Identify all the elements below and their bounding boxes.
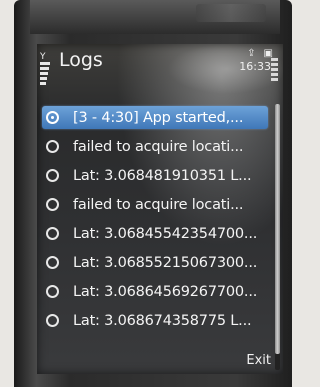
phone-screen: Y Logs ⇪ ▣ 16:33 [3 - 4:30] App started,… — [37, 44, 283, 374]
list-item[interactable]: Lat: 3.068674358775 L... — [42, 309, 268, 332]
radio-icon — [46, 227, 59, 240]
scrollbar[interactable] — [275, 104, 280, 370]
battery-bar — [271, 73, 278, 76]
scrollbar-thumb[interactable] — [275, 104, 280, 354]
battery-bar — [271, 58, 278, 61]
battery-bar — [271, 78, 278, 81]
log-list: [3 - 4:30] App started,... failed to acq… — [42, 106, 268, 336]
radio-selected-icon — [46, 111, 59, 124]
signal-bar — [40, 72, 48, 75]
list-item-label: Lat: 3.06855215067300... — [73, 254, 258, 271]
title-bar: Y Logs ⇪ ▣ 16:33 — [37, 44, 283, 94]
list-item-label: [3 - 4:30] App started,... — [73, 109, 244, 126]
signal-bar — [40, 77, 47, 80]
list-item-label: Lat: 3.06845542354700... — [73, 225, 258, 242]
signal-bar — [40, 82, 46, 85]
radio-icon — [46, 140, 59, 153]
list-item-label: Lat: 3.068481910351 L... — [73, 167, 252, 184]
battery-bar — [271, 63, 278, 66]
list-item-label: failed to acquire locati... — [73, 138, 244, 155]
battery-bar — [271, 68, 278, 71]
list-item[interactable]: Lat: 3.068481910351 L... — [42, 164, 268, 187]
list-item[interactable]: Lat: 3.06845542354700... — [42, 222, 268, 245]
exit-softkey[interactable]: Exit — [246, 353, 271, 368]
radio-icon — [46, 198, 59, 211]
radio-icon — [46, 285, 59, 298]
list-item-label: Lat: 3.06864569267700... — [73, 283, 258, 300]
list-item[interactable]: failed to acquire locati... — [42, 193, 268, 216]
list-item-label: failed to acquire locati... — [73, 196, 244, 213]
signal-strength-icon: Y — [40, 52, 52, 92]
radio-icon — [46, 169, 59, 182]
signal-bar — [40, 67, 49, 70]
antenna-icon: Y — [40, 52, 46, 62]
list-item[interactable]: Lat: 3.06864569267700... — [42, 280, 268, 303]
battery-level-icon — [271, 58, 278, 92]
clock: 16:33 — [239, 60, 271, 73]
list-item[interactable]: failed to acquire locati... — [42, 135, 268, 158]
radio-icon — [46, 256, 59, 269]
list-item[interactable]: [3 - 4:30] App started,... — [42, 106, 268, 129]
signal-bar — [40, 62, 50, 65]
radio-icon — [46, 314, 59, 327]
list-item[interactable]: Lat: 3.06855215067300... — [42, 251, 268, 274]
list-item-label: Lat: 3.068674358775 L... — [73, 312, 252, 329]
page-title: Logs — [59, 49, 103, 71]
phone-brand-area — [196, 4, 266, 22]
